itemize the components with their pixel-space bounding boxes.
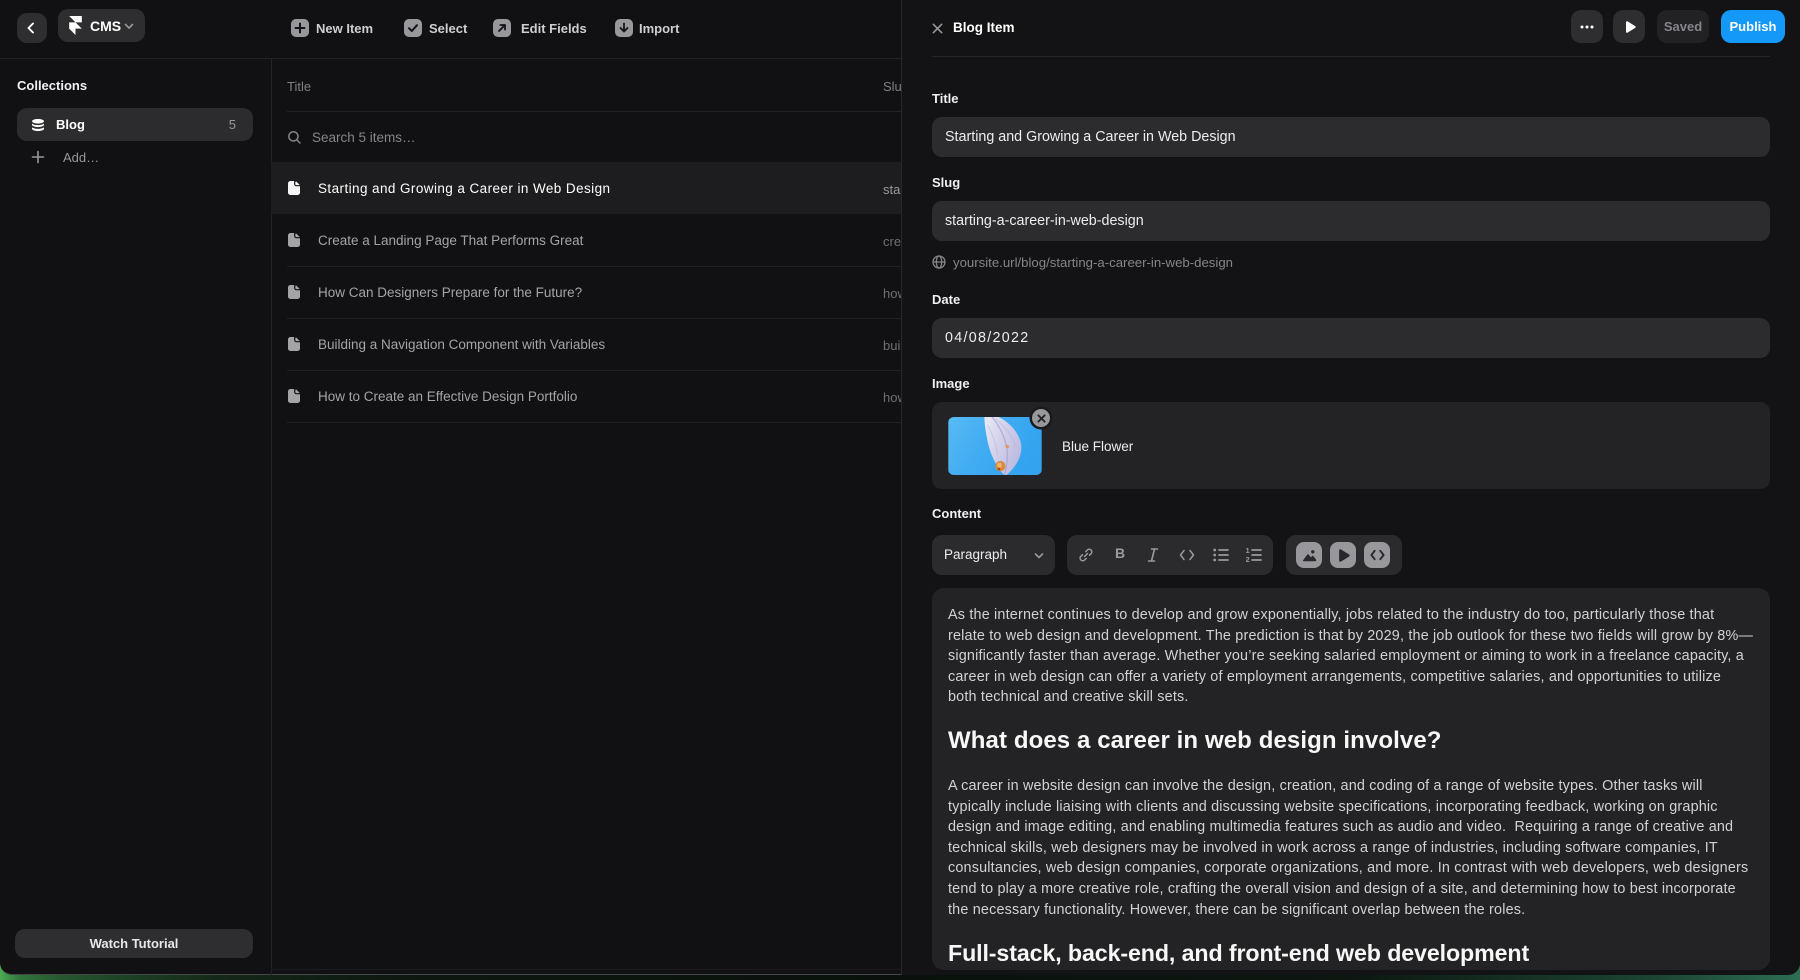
svg-text:2: 2 <box>1246 555 1250 562</box>
svg-text:1: 1 <box>1246 548 1250 555</box>
